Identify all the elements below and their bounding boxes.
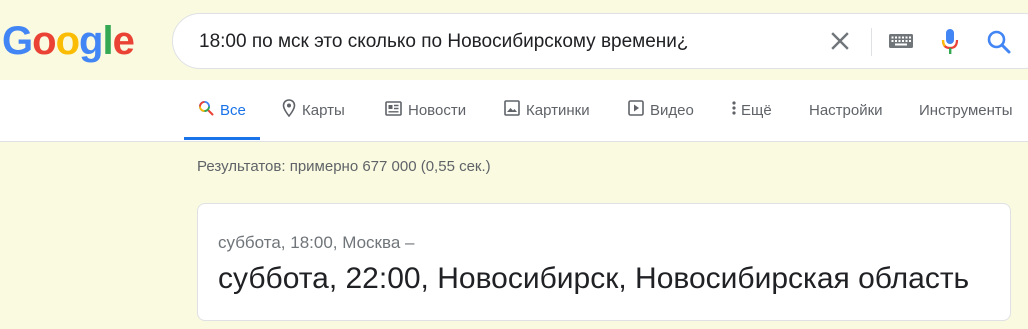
logo-letter: e bbox=[112, 19, 135, 63]
tab-settings[interactable]: Настройки bbox=[809, 80, 883, 140]
microphone-icon bbox=[941, 29, 959, 54]
tab-label: Ещё bbox=[741, 101, 772, 119]
clear-button[interactable] bbox=[827, 28, 853, 54]
more-vertical-icon bbox=[731, 100, 737, 120]
tab-label: Настройки bbox=[809, 101, 883, 119]
tab-more[interactable]: Ещё bbox=[731, 80, 772, 140]
tab-label: Все bbox=[220, 101, 246, 119]
map-pin-icon bbox=[282, 99, 296, 121]
tab-video[interactable]: Видео bbox=[628, 80, 694, 140]
logo-letter: o bbox=[32, 19, 56, 63]
keyboard-button[interactable] bbox=[888, 30, 914, 52]
time-conversion-card: суббота, 18:00, Москва – суббота, 22:00,… bbox=[197, 203, 1011, 321]
logo-letter: G bbox=[2, 19, 33, 63]
tab-all[interactable]: Все bbox=[184, 80, 260, 140]
search-button[interactable] bbox=[985, 28, 1013, 56]
search-box[interactable]: 18:00 по мск это сколько по Новосибирско… bbox=[172, 13, 1028, 69]
logo-letter: o bbox=[55, 19, 80, 63]
search-icon bbox=[198, 100, 214, 120]
keyboard-icon bbox=[889, 34, 913, 48]
voice-search-button[interactable] bbox=[939, 27, 961, 57]
tab-label: Новости bbox=[408, 101, 467, 119]
search-tabs: Все Карты Новости Картинки Видео Ещё Нас… bbox=[0, 80, 1028, 142]
tab-label: Карты bbox=[302, 101, 345, 119]
close-icon bbox=[831, 32, 849, 50]
search-input[interactable]: 18:00 по мск это сколько по Новосибирско… bbox=[199, 31, 689, 53]
search-icon bbox=[987, 30, 1011, 54]
results-count: Результатов: примерно 677 000 (0,55 сек.… bbox=[197, 158, 491, 175]
google-logo[interactable]: Google bbox=[2, 18, 135, 64]
source-time: суббота, 18:00, Москва – bbox=[218, 233, 415, 252]
logo-letter: g bbox=[79, 19, 103, 63]
header: Google 18:00 по мск это сколько по Новос… bbox=[0, 0, 1028, 80]
tab-label: Инструменты bbox=[919, 101, 1013, 119]
tab-label: Картинки bbox=[526, 101, 590, 119]
tab-tools[interactable]: Инструменты bbox=[919, 80, 1013, 140]
converted-time: суббота, 22:00, Новосибирск, Новосибирск… bbox=[218, 262, 970, 295]
tab-label: Видео bbox=[650, 101, 694, 119]
image-icon bbox=[504, 100, 520, 120]
logo-letter: l bbox=[102, 19, 113, 63]
tab-news[interactable]: Новости bbox=[385, 80, 466, 140]
tab-maps[interactable]: Карты bbox=[282, 80, 345, 140]
video-icon bbox=[628, 100, 644, 120]
newspaper-icon bbox=[385, 100, 402, 120]
search-divider bbox=[871, 28, 872, 56]
tab-images[interactable]: Картинки bbox=[504, 80, 590, 140]
